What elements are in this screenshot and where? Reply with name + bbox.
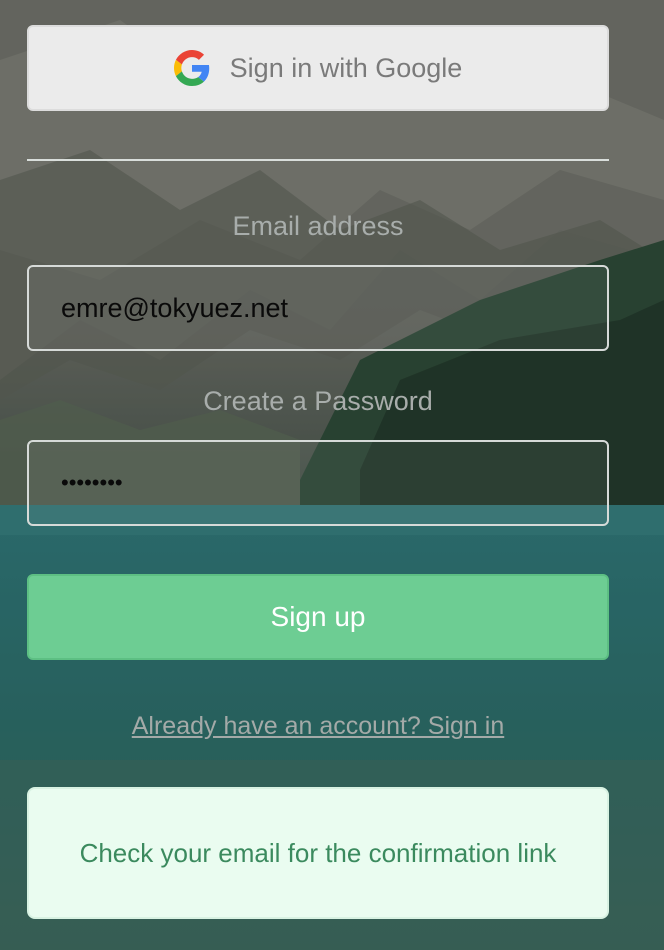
email-label: Email address bbox=[232, 211, 404, 241]
email-field[interactable]: emre@tokyuez.net bbox=[27, 265, 609, 351]
google-g-icon bbox=[173, 50, 210, 86]
password-label: Create a Password bbox=[203, 386, 433, 416]
password-field[interactable]: •••••••• bbox=[27, 440, 609, 526]
auth-page: Sign in with Google Email address emre@t… bbox=[0, 0, 664, 950]
divider bbox=[27, 159, 609, 161]
google-signin-button[interactable]: Sign in with Google bbox=[27, 25, 609, 111]
confirmation-message-text: Check your email for the confirmation li… bbox=[79, 837, 557, 868]
confirmation-message: Check your email for the confirmation li… bbox=[27, 787, 609, 919]
signin-link[interactable]: Already have an account? Sign in bbox=[27, 712, 609, 741]
google-signin-label: Sign in with Google bbox=[229, 52, 463, 83]
password-value: •••••••• bbox=[61, 470, 123, 495]
auth-form: Sign in with Google Email address emre@t… bbox=[27, 25, 609, 919]
email-value: emre@tokyuez.net bbox=[61, 292, 289, 323]
signup-button[interactable]: Sign up bbox=[27, 574, 609, 660]
